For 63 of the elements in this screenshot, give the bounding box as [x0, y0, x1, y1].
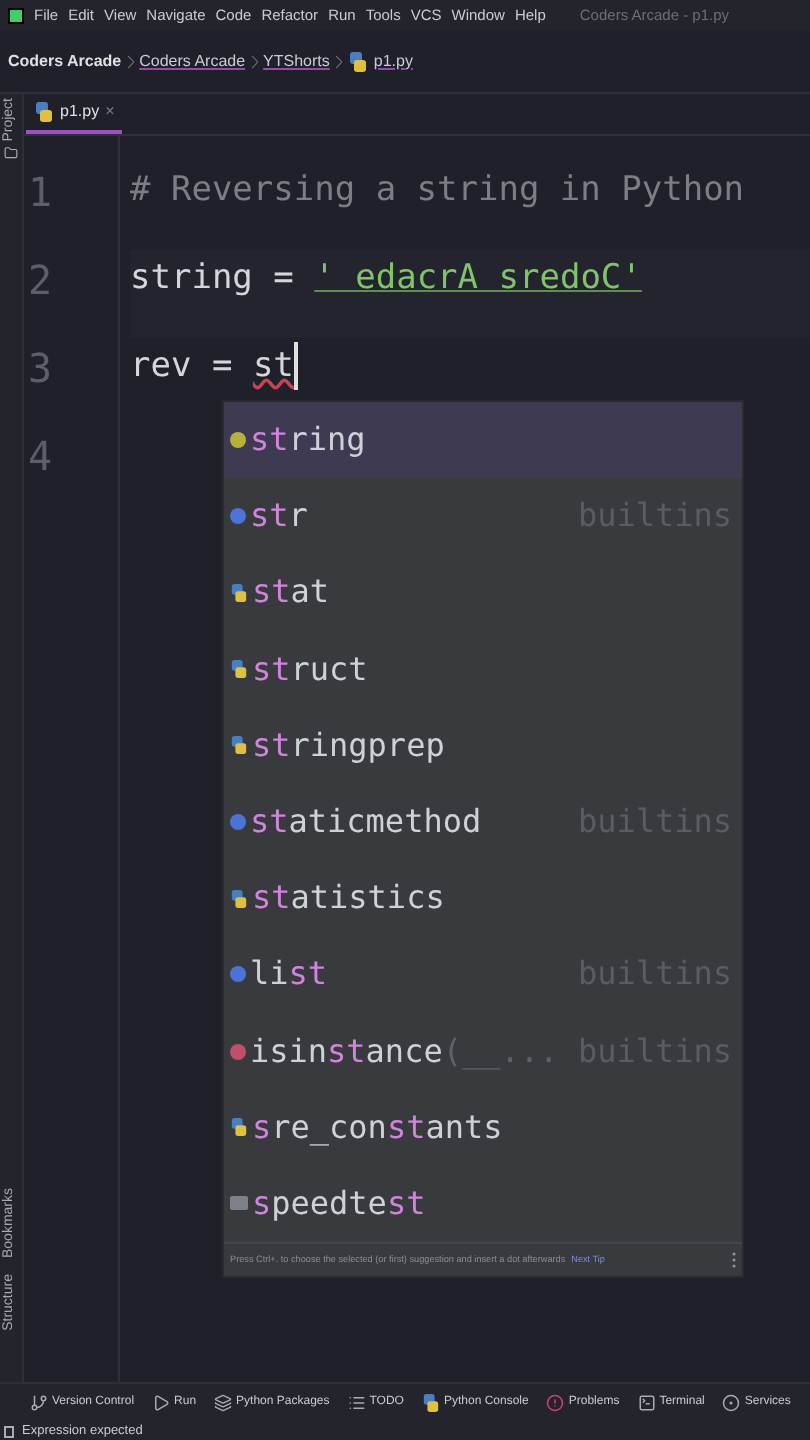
suggestion-text: speedtest: [252, 1181, 426, 1226]
suggestion-text: isinstance(__...: [250, 1029, 559, 1074]
python-file-icon: [347, 51, 368, 71]
class-icon: [230, 508, 246, 525]
function-icon: [230, 1043, 246, 1060]
code-token: =: [271, 256, 296, 302]
completion-item[interactable]: speedtest: [224, 1165, 742, 1243]
python-module-icon: [230, 1118, 248, 1137]
branch-icon: [30, 1394, 48, 1412]
suggestion-text: st r: [250, 494, 308, 539]
suggestion-text: st ringprep: [252, 723, 445, 768]
code-comment: # Reversing a string in Python: [130, 168, 745, 214]
completion-item[interactable]: st ring: [224, 402, 742, 479]
code-token: ' edacrA sredoC': [314, 256, 642, 302]
suggestion-text: st ring: [250, 418, 366, 463]
line-number: 4: [28, 432, 53, 480]
chevron-icon: [127, 53, 134, 69]
close-icon[interactable]: ×: [105, 100, 115, 124]
terminal-icon: [637, 1394, 656, 1412]
python-module-icon: [230, 660, 248, 679]
breadcrumb[interactable]: YTShorts: [263, 49, 330, 73]
folder-icon: [230, 1196, 248, 1211]
services-icon: [722, 1394, 741, 1412]
completion-item[interactable]: st ruct: [224, 631, 742, 708]
completion-item[interactable]: statistics: [224, 860, 742, 937]
status-icon: [4, 1425, 14, 1437]
class-icon: [230, 814, 246, 831]
python-file-icon: [34, 102, 54, 122]
list-icon: [347, 1394, 366, 1412]
suggestion-text: statistics: [252, 876, 445, 921]
editor-tab[interactable]: p1.py ×: [26, 94, 123, 134]
completion-item[interactable]: stat: [224, 554, 742, 632]
breadcrumb[interactable]: Coders Arcade: [8, 49, 122, 73]
line-number: 3: [28, 344, 53, 392]
play-icon: [152, 1394, 171, 1412]
code-token: string: [130, 256, 253, 302]
suggestion-text: st ruct: [252, 647, 368, 692]
chevron-icon: [251, 53, 258, 69]
python-module-icon: [230, 736, 248, 755]
suggestion-text: stat: [252, 570, 330, 615]
line-number: 2: [28, 256, 53, 304]
completion-item[interactable]: st ringprep: [224, 707, 742, 784]
tab-label: p1.py: [60, 100, 100, 124]
line-number: 1: [28, 168, 53, 216]
variable-icon: [230, 432, 246, 449]
breadcrumb[interactable]: Coders Arcade: [139, 49, 246, 73]
code-token: st: [252, 344, 294, 390]
folder-icon: [4, 145, 18, 160]
chevron-icon: [335, 53, 342, 69]
code-token: =: [209, 344, 235, 390]
python-module-icon: [230, 889, 248, 908]
completion-item[interactable]: s re_constants: [224, 1089, 742, 1166]
class-icon: [230, 966, 246, 983]
error-icon: [546, 1394, 565, 1412]
python-module-icon: [230, 583, 248, 602]
app-logo-icon: [8, 7, 24, 23]
stack-icon: [214, 1394, 233, 1412]
python-icon: [421, 1394, 440, 1412]
code-token: rev: [130, 344, 192, 390]
suggestion-text: list: [250, 952, 328, 997]
breadcrumb[interactable]: p1.py: [373, 49, 413, 73]
suggestion-text: staticmethod: [250, 800, 482, 845]
suggestion-text: s re_constants: [252, 1105, 503, 1150]
